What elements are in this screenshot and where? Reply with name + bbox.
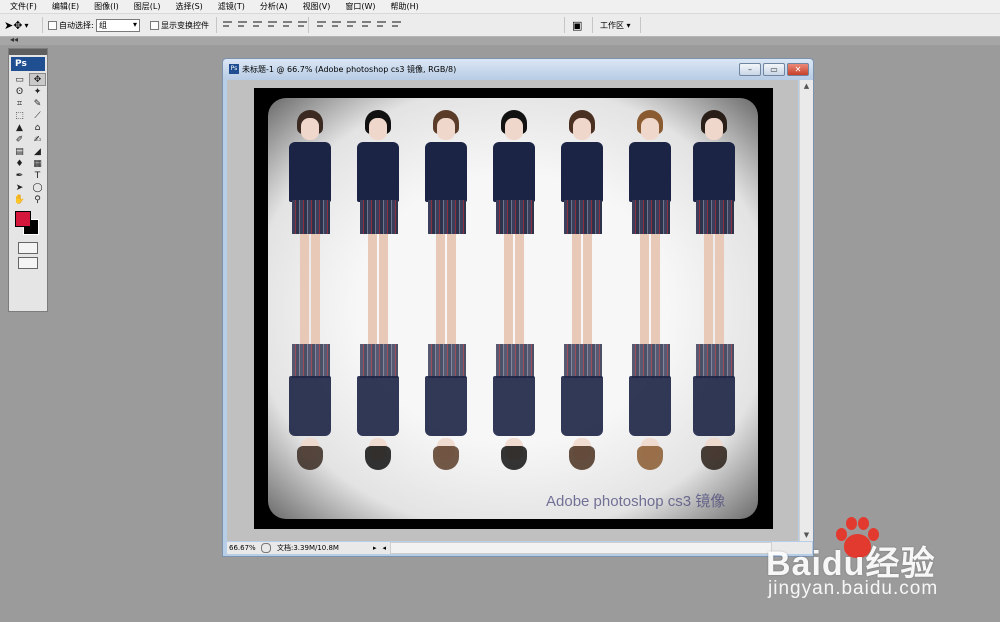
align-left-icon[interactable] (267, 19, 278, 30)
workspace-button[interactable]: 工作区 ▾ (600, 18, 631, 32)
menu-item-4[interactable]: 选择(S) (165, 0, 207, 13)
quick-mask-button[interactable] (18, 242, 38, 254)
tool-7-icon[interactable]: ⟋ (30, 110, 45, 121)
tool-10-icon[interactable]: ✐ (12, 134, 27, 145)
menu-bar: 文件(F) 编辑(E) 图像(I) 图层(L) 选择(S) 滤镜(T) 分析(A) 视图(V)… (0, 0, 1000, 14)
photo-figure (418, 98, 474, 514)
document-image: Adobe photoshop cs3 镜像 (254, 88, 773, 529)
tool-9-icon[interactable]: ⌂ (30, 122, 45, 133)
tool-17-icon[interactable]: T (30, 170, 45, 181)
distribute-vcenter-icon[interactable] (331, 19, 342, 30)
auto-select-label: 自动选择: (59, 20, 94, 30)
photo-figure (622, 98, 678, 514)
tool-19-icon[interactable]: ◯ (30, 182, 45, 193)
photo-figure (486, 98, 542, 514)
tool-0-icon[interactable]: ▭ (12, 74, 27, 85)
toolbox: Ps ▭ ✥ ʘ ✦ ⌗ ✎ ⬚ ⟋ ▲ ⌂ ✐ ✍ ▤ ◢ ♦ ▦ ✒ T ➤ ◯ ✋ ⚲ (8, 48, 48, 312)
horizontal-scrollbar[interactable] (390, 542, 773, 554)
options-bar: ➤✥▾ 自动选择: 组 显示变换控件 ▣ 工作区 ▾ (0, 14, 1000, 37)
tool-2-icon[interactable]: ʘ (12, 86, 27, 97)
tool-3-icon[interactable]: ✦ (30, 86, 45, 97)
scroll-left-icon[interactable]: ◂ (383, 544, 387, 552)
collapse-icon[interactable]: ◂◂ (10, 35, 18, 44)
ps-doc-icon: Ps (229, 64, 239, 74)
menu-item-6[interactable]: 分析(A) (250, 0, 293, 13)
status-bar: 66.67% 文档:3.39M/10.8M ▸ ◂ (227, 542, 812, 554)
tool-15-icon[interactable]: ▦ (30, 158, 45, 169)
distribute-hcenter-icon[interactable] (376, 19, 387, 30)
tool-4-icon[interactable]: ⌗ (12, 98, 27, 109)
align-right-icon[interactable] (297, 19, 308, 30)
photo-figure (282, 98, 338, 514)
zoom-level[interactable]: 66.67% (227, 544, 256, 552)
color-swatches (9, 211, 47, 269)
close-button[interactable]: ✕ (787, 63, 809, 76)
distribute-left-icon[interactable] (361, 19, 372, 30)
menu-item-9[interactable]: 帮助(H) (381, 0, 424, 13)
menu-item-3[interactable]: 图层(L) (124, 0, 166, 13)
tool-20-icon[interactable]: ✋ (12, 194, 27, 205)
distribute-top-icon[interactable] (316, 19, 327, 30)
photo-figure (686, 98, 742, 514)
align-buttons (222, 19, 308, 30)
baidu-url: jingyan.baidu.com (768, 578, 939, 599)
camera-icon[interactable]: ▣ (572, 18, 582, 32)
tool-16-icon[interactable]: ✒ (12, 170, 27, 181)
document-window: Ps 未标题-1 @ 66.7% (Adobe photoshop cs3 镜像… (222, 58, 814, 557)
screen-mode-button[interactable] (18, 257, 38, 269)
maximize-button[interactable]: ▭ (763, 63, 785, 76)
tool-1-icon[interactable]: ✥ (29, 73, 46, 86)
tool-8-icon[interactable]: ▲ (12, 122, 27, 133)
baidu-jingyan-watermark: Baidu经验 jingyan.baidu.com (766, 512, 986, 612)
align-vcenter-icon[interactable] (237, 19, 248, 30)
canvas-area[interactable]: Adobe photoshop cs3 镜像 (227, 80, 798, 541)
document-title: 未标题-1 @ 66.7% (Adobe photoshop cs3 镜像, R… (242, 64, 457, 74)
auto-select-checkbox[interactable]: 自动选择: (48, 18, 94, 32)
doc-size: 文档:3.39M/10.8M (277, 544, 339, 552)
auto-select-dropdown[interactable]: 组 (96, 18, 140, 32)
status-info-icon[interactable] (261, 543, 271, 553)
vertical-scrollbar[interactable]: ▲ ▼ (799, 80, 813, 541)
toolbox-grip[interactable] (9, 49, 47, 55)
foreground-color-swatch[interactable] (15, 211, 31, 227)
tool-grid: ▭ ✥ ʘ ✦ ⌗ ✎ ⬚ ⟋ ▲ ⌂ ✐ ✍ ▤ ◢ ♦ ▦ ✒ T ➤ ◯ ✋ ⚲ (9, 73, 47, 205)
tool-13-icon[interactable]: ◢ (30, 146, 45, 157)
align-top-icon[interactable] (222, 19, 233, 30)
tool-18-icon[interactable]: ➤ (12, 182, 27, 193)
show-transform-checkbox[interactable]: 显示变换控件 (150, 18, 209, 32)
distribute-bottom-icon[interactable] (346, 19, 357, 30)
menu-item-1[interactable]: 编辑(E) (42, 0, 84, 13)
distribute-buttons (316, 19, 402, 30)
document-titlebar[interactable]: Ps 未标题-1 @ 66.7% (Adobe photoshop cs3 镜像… (223, 59, 813, 79)
tool-21-icon[interactable]: ⚲ (30, 194, 45, 205)
photo-figure (554, 98, 610, 514)
tool-11-icon[interactable]: ✍ (30, 134, 45, 145)
tool-5-icon[interactable]: ✎ (30, 98, 45, 109)
align-hcenter-icon[interactable] (282, 19, 293, 30)
show-transform-label: 显示变换控件 (161, 20, 209, 30)
menu-item-0[interactable]: 文件(F) (0, 0, 42, 13)
distribute-right-icon[interactable] (391, 19, 402, 30)
minimize-button[interactable]: – (739, 63, 761, 76)
tool-14-icon[interactable]: ♦ (12, 158, 27, 169)
move-tool-preset[interactable]: ➤✥ ▾ (4, 18, 28, 32)
menu-item-2[interactable]: 图像(I) (84, 0, 124, 13)
align-bottom-icon[interactable] (252, 19, 263, 30)
photo-figure (350, 98, 406, 514)
ps-logo: Ps (11, 57, 45, 71)
menu-item-8[interactable]: 窗口(W) (335, 0, 380, 13)
panel-dock-strip: ◂◂ (0, 35, 1000, 45)
mirror-watermark: Adobe photoshop cs3 镜像 (546, 493, 726, 510)
scroll-up-icon[interactable]: ▲ (800, 80, 813, 92)
menu-item-7[interactable]: 视图(V) (293, 0, 336, 13)
tool-12-icon[interactable]: ▤ (12, 146, 27, 157)
menu-item-5[interactable]: 滤镜(T) (208, 0, 250, 13)
tool-6-icon[interactable]: ⬚ (12, 110, 27, 121)
mirrored-group-photo: Adobe photoshop cs3 镜像 (268, 98, 758, 519)
status-menu-icon[interactable]: ▸ (373, 544, 377, 552)
